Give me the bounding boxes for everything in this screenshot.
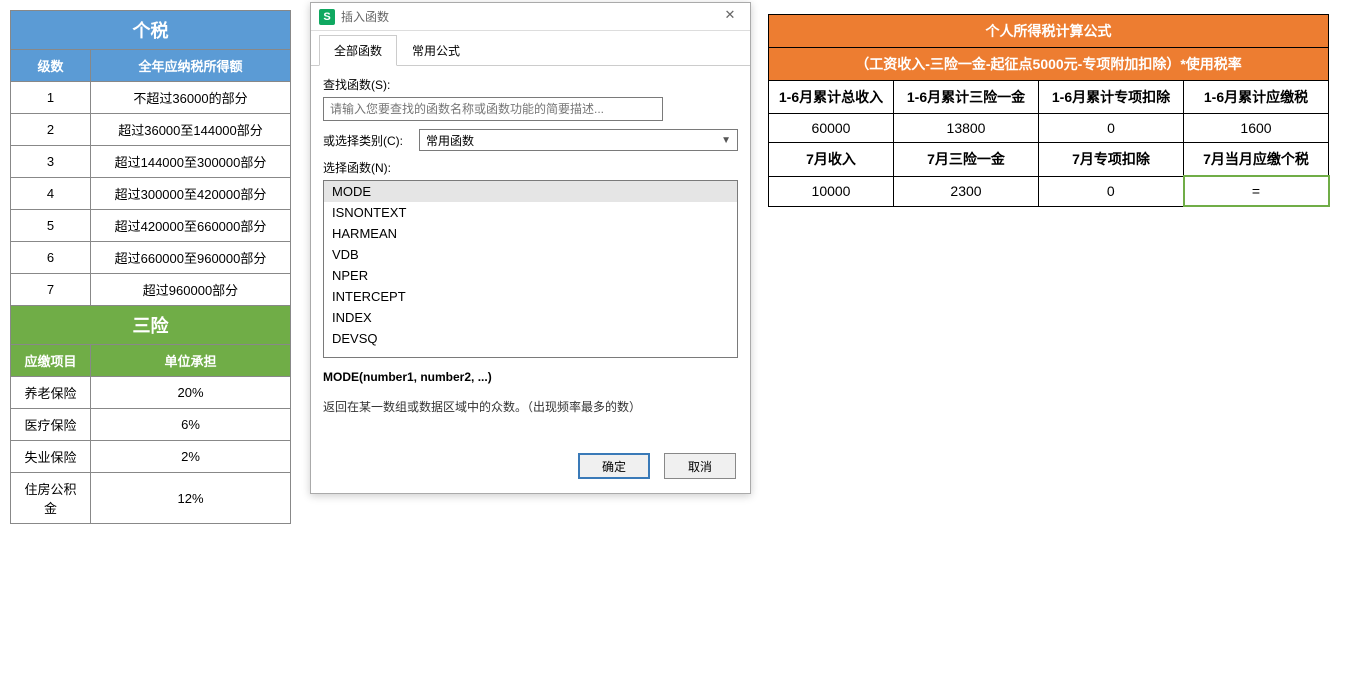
tax-bracket-table: 个税 级数 全年应纳税所得额 1不超过36000的部分 2超过36000至144…	[10, 10, 291, 524]
function-signature: MODE(number1, number2, ...)	[323, 370, 738, 384]
cell[interactable]: 超过36000至144000部分	[91, 114, 291, 146]
table-row[interactable]: 7超过960000部分	[11, 274, 291, 306]
search-input[interactable]	[323, 97, 663, 121]
cell[interactable]: 失业保险	[11, 441, 91, 473]
table-row[interactable]: 住房公积金12%	[11, 473, 291, 524]
list-item[interactable]: DEVSQ	[324, 328, 737, 349]
function-list[interactable]: MODE ISNONTEXT HARMEAN VDB NPER INTERCEP…	[323, 180, 738, 358]
table-row[interactable]: 失业保险2%	[11, 441, 291, 473]
cell-header[interactable]: 7月三险一金	[894, 143, 1039, 177]
cell[interactable]: 超过144000至300000部分	[91, 146, 291, 178]
cell-header[interactable]: 7月专项扣除	[1039, 143, 1184, 177]
wps-icon: S	[319, 9, 335, 25]
list-item[interactable]: MODE	[324, 181, 737, 202]
dialog-title: 插入函数	[341, 8, 718, 25]
cell[interactable]: 养老保险	[11, 377, 91, 409]
cell-header[interactable]: 7月收入	[769, 143, 894, 177]
cell[interactable]: 2%	[91, 441, 291, 473]
cell[interactable]: 10000	[769, 176, 894, 206]
search-label: 查找函数(S):	[323, 76, 738, 93]
insurance-title: 三险	[11, 306, 291, 345]
cell[interactable]: 超过300000至420000部分	[91, 178, 291, 210]
col-item-header: 应缴项目	[11, 345, 91, 377]
insert-function-dialog: S 插入函数 ✕ 全部函数 常用公式 查找函数(S): 或选择类别(C): 常用…	[310, 2, 751, 494]
col-level-header: 级数	[11, 50, 91, 82]
calc-title: 个人所得税计算公式	[769, 15, 1329, 48]
function-description-text: 返回在某一数组或数据区域中的众数。（出现频率最多的数）	[323, 398, 738, 415]
cell-header[interactable]: 7月当月应缴个税	[1184, 143, 1329, 177]
formula-cell[interactable]: =	[1184, 176, 1329, 206]
cell[interactable]: 2	[11, 114, 91, 146]
cell[interactable]: 不超过36000的部分	[91, 82, 291, 114]
cell-header[interactable]: 1-6月累计专项扣除	[1039, 81, 1184, 114]
col-company-header: 单位承担	[91, 345, 291, 377]
cell[interactable]: 0	[1039, 176, 1184, 206]
cell[interactable]: 2300	[894, 176, 1039, 206]
cell[interactable]: 医疗保险	[11, 409, 91, 441]
table-row[interactable]: 5超过420000至660000部分	[11, 210, 291, 242]
table-row[interactable]: 3超过144000至300000部分	[11, 146, 291, 178]
list-item[interactable]: INDEX	[324, 307, 737, 328]
calc-subtitle: （工资收入-三险一金-起征点5000元-专项附加扣除）*使用税率	[769, 48, 1329, 81]
table-row[interactable]: 4超过300000至420000部分	[11, 178, 291, 210]
dialog-tabs: 全部函数 常用公式	[311, 35, 750, 66]
cell[interactable]: 1600	[1184, 114, 1329, 143]
function-description: MODE(number1, number2, ...) 返回在某一数组或数据区域…	[323, 370, 738, 415]
cell-header[interactable]: 1-6月累计总收入	[769, 81, 894, 114]
cell[interactable]: 4	[11, 178, 91, 210]
cancel-button[interactable]: 取消	[664, 453, 736, 479]
cell[interactable]: 超过420000至660000部分	[91, 210, 291, 242]
cell[interactable]: 13800	[894, 114, 1039, 143]
cell[interactable]: 5	[11, 210, 91, 242]
table-row[interactable]: 1不超过36000的部分	[11, 82, 291, 114]
chevron-down-icon: ▼	[721, 135, 731, 146]
cell[interactable]: 12%	[91, 473, 291, 524]
cell-header[interactable]: 1-6月累计三险一金	[894, 81, 1039, 114]
cell[interactable]: 6	[11, 242, 91, 274]
cell[interactable]: 6%	[91, 409, 291, 441]
select-function-label: 选择函数(N):	[323, 159, 738, 176]
cell[interactable]: 住房公积金	[11, 473, 91, 524]
table-row[interactable]: 医疗保险6%	[11, 409, 291, 441]
list-item[interactable]: INTERCEPT	[324, 286, 737, 307]
list-item[interactable]: NPER	[324, 265, 737, 286]
list-item[interactable]: VDB	[324, 244, 737, 265]
ok-button[interactable]: 确定	[578, 453, 650, 479]
list-item[interactable]: ISNONTEXT	[324, 202, 737, 223]
cell[interactable]: 7	[11, 274, 91, 306]
table-row[interactable]: 养老保险20%	[11, 377, 291, 409]
table-row[interactable]: 6超过660000至960000部分	[11, 242, 291, 274]
dialog-titlebar[interactable]: S 插入函数 ✕	[311, 3, 750, 31]
tax-calc-table: 个人所得税计算公式 （工资收入-三险一金-起征点5000元-专项附加扣除）*使用…	[768, 14, 1330, 207]
cell[interactable]: 超过960000部分	[91, 274, 291, 306]
category-select[interactable]: 常用函数 ▼	[419, 129, 738, 151]
cell-header[interactable]: 1-6月累计应缴税	[1184, 81, 1329, 114]
list-item[interactable]: HARMEAN	[324, 223, 737, 244]
close-icon[interactable]: ✕	[718, 7, 742, 27]
cell[interactable]: 60000	[769, 114, 894, 143]
category-label: 或选择类别(C):	[323, 132, 403, 149]
tax-title: 个税	[11, 11, 291, 50]
tab-common-formulas[interactable]: 常用公式	[397, 35, 475, 66]
tab-all-functions[interactable]: 全部函数	[319, 35, 397, 66]
cell[interactable]: 3	[11, 146, 91, 178]
cell[interactable]: 0	[1039, 114, 1184, 143]
cell[interactable]: 20%	[91, 377, 291, 409]
cell[interactable]: 超过660000至960000部分	[91, 242, 291, 274]
col-range-header: 全年应纳税所得额	[91, 50, 291, 82]
table-row[interactable]: 2超过36000至144000部分	[11, 114, 291, 146]
category-value: 常用函数	[426, 132, 474, 149]
cell[interactable]: 1	[11, 82, 91, 114]
